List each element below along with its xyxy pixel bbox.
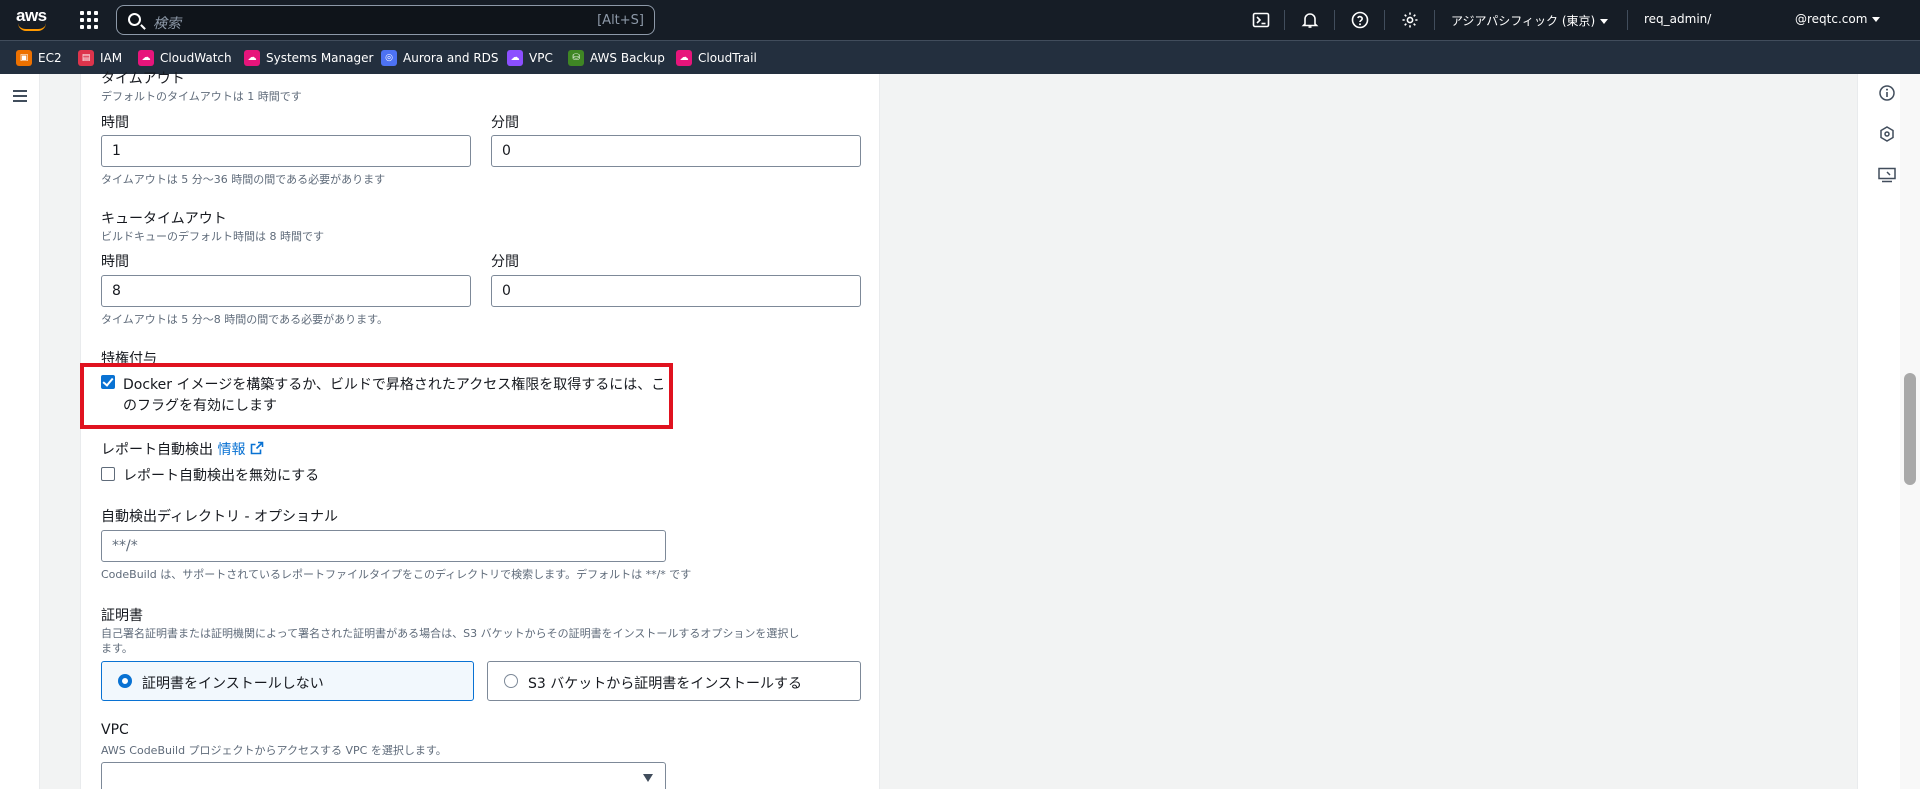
disable-report-autodiscover-label[interactable]: レポート自動検出を無効にする (123, 465, 319, 485)
vpc-title: VPC (101, 722, 129, 738)
favorites-bar: ▣ EC2 ▤ IAM ☁ CloudWatch ☁ Systems Manag… (0, 40, 1920, 74)
settings-gear-icon[interactable] (1400, 10, 1420, 30)
search-placeholder: 検索 (153, 16, 181, 32)
services-menu-icon[interactable] (80, 11, 98, 29)
iam-icon: ▤ (78, 50, 94, 66)
queue-timeout-hint: タイムアウトは 5 分〜8 時間の間である必要があります。 (101, 313, 389, 326)
timeout-minutes-label: 分間 (491, 115, 519, 131)
external-link-icon[interactable] (250, 441, 264, 459)
search-icon (128, 13, 141, 26)
help-icon[interactable] (1350, 10, 1370, 30)
queue-timeout-title: キュータイムアウト (101, 211, 227, 227)
additional-configuration-panel: タイムアウト デフォルトのタイムアウトは 1 時間です 時間 分間 1 0 タイ… (80, 71, 880, 789)
caret-down-icon (643, 774, 653, 782)
aws-smile-icon (18, 23, 46, 31)
menu-hamburger-icon[interactable] (13, 90, 27, 102)
region-selector[interactable]: アジアパシフィック (東京) (1451, 12, 1609, 29)
queue-timeout-minutes-input[interactable]: 0 (491, 275, 861, 307)
disable-report-autodiscover-checkbox[interactable] (101, 467, 115, 481)
top-navigation: aws 検索 [Alt+S] アジアパシフィック (東京) req_admin/… (0, 0, 1920, 40)
timeout-description: デフォルトのタイムアウトは 1 時間です (101, 90, 302, 103)
side-navigation-rail (0, 74, 40, 789)
backup-icon: ⛁ (568, 50, 584, 66)
report-autodiscover-title: レポート自動検出 情報 (101, 439, 264, 459)
certificate-option-none[interactable]: 証明書をインストールしない (101, 661, 474, 701)
favorite-systems-manager[interactable]: ☁ Systems Manager (244, 49, 373, 67)
queue-timeout-hours-label: 時間 (101, 254, 129, 270)
favorite-aws-backup[interactable]: ⛁ AWS Backup (568, 49, 665, 67)
certificate-description-line1: 自己署名証明書または証明機関によって署名された証明書がある場合は、S3 バケット… (101, 627, 800, 640)
favorite-cloudtrail[interactable]: ☁ CloudTrail (676, 49, 757, 67)
systems-manager-icon: ☁ (244, 50, 260, 66)
radio-selected[interactable] (118, 674, 132, 688)
user-menu[interactable]: @reqtc.com (1795, 12, 1881, 26)
scrollbar-thumb[interactable] (1904, 373, 1916, 485)
certificate-description-line2: ます。 (101, 642, 133, 655)
search-input[interactable]: 検索 [Alt+S] (116, 5, 655, 35)
autodetect-directory-input[interactable]: **/* (101, 530, 666, 562)
queue-timeout-minutes-label: 分間 (491, 254, 519, 270)
queue-timeout-description: ビルドキューのデフォルト時間は 8 時間です (101, 230, 324, 243)
timeout-hours-label: 時間 (101, 115, 129, 131)
info-link[interactable]: 情報 (217, 442, 245, 458)
tutorial-icon[interactable] (1878, 166, 1896, 184)
ec2-icon: ▣ (16, 50, 32, 66)
chevron-down-icon (1600, 19, 1609, 24)
notifications-bell-icon[interactable] (1300, 10, 1320, 30)
vpc-icon: ☁ (507, 50, 523, 66)
cube-icon[interactable] (1878, 125, 1896, 143)
favorite-aurora-rds[interactable]: ◎ Aurora and RDS (381, 49, 499, 67)
timeout-hint: タイムアウトは 5 分〜36 時間の間である必要があります (101, 173, 386, 186)
queue-timeout-hours-input[interactable]: 8 (101, 275, 471, 307)
cloudtrail-icon: ☁ (676, 50, 692, 66)
favorite-ec2[interactable]: ▣ EC2 (16, 49, 62, 67)
cloudshell-icon[interactable] (1251, 10, 1271, 30)
chevron-down-icon (1872, 17, 1881, 22)
favorite-cloudwatch[interactable]: ☁ CloudWatch (138, 49, 232, 67)
rds-icon: ◎ (381, 50, 397, 66)
autodetect-directory-title: 自動検出ディレクトリ - オプショナル (101, 509, 338, 525)
cloudwatch-icon: ☁ (138, 50, 154, 66)
certificate-option-s3[interactable]: S3 バケットから証明書をインストールする (487, 661, 861, 701)
aws-logo[interactable]: aws (16, 7, 50, 33)
info-icon[interactable] (1878, 84, 1896, 102)
account-menu[interactable]: req_admin/ (1644, 12, 1711, 26)
timeout-hours-input[interactable]: 1 (101, 135, 471, 167)
radio-unselected[interactable] (504, 674, 518, 688)
favorite-iam[interactable]: ▤ IAM (78, 49, 122, 67)
timeout-title: タイムアウト (101, 71, 185, 87)
autodetect-directory-hint: CodeBuild は、サポートされているレポートファイルタイプをこのディレクト… (101, 568, 692, 581)
highlight-box (80, 363, 673, 429)
vpc-select[interactable] (101, 762, 666, 789)
vpc-description: AWS CodeBuild プロジェクトからアクセスする VPC を選択します。 (101, 744, 447, 757)
search-shortcut: [Alt+S] (597, 13, 644, 28)
certificate-title: 証明書 (101, 608, 143, 624)
favorite-vpc[interactable]: ☁ VPC (507, 49, 553, 67)
timeout-minutes-input[interactable]: 0 (491, 135, 861, 167)
